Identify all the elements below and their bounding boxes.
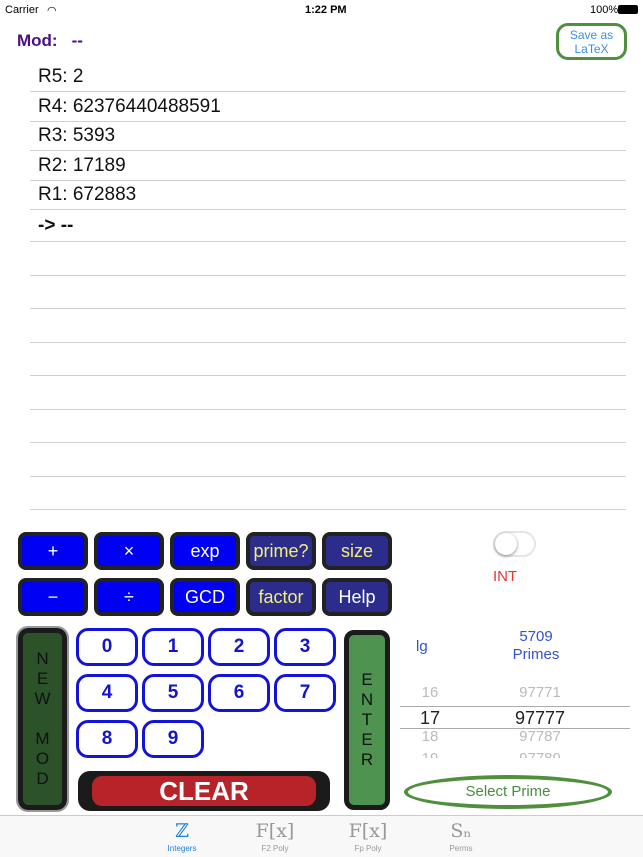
select-prime-button[interactable]: Select Prime — [404, 775, 612, 809]
op-key[interactable]: Help — [322, 578, 392, 616]
tab-bar: ℤ Integers F[x] F2 Poly F[x] Fp Poly Sₙ Perms — [0, 815, 643, 857]
digit-key-8[interactable]: 8 — [76, 720, 138, 758]
save-latex-button[interactable]: Save as LaTeX — [556, 23, 627, 60]
prime-picker[interactable]: 15 97729 16 97771 17 97777 18 97787 19 97789 — [400, 676, 630, 758]
mod-label: Mod: — [17, 31, 58, 50]
picker-prime: 97787 — [519, 728, 561, 745]
toggle-knob — [495, 533, 517, 555]
new-mod-letter: E — [36, 669, 49, 688]
empty-row — [30, 343, 626, 376]
op-key[interactable]: × — [94, 532, 164, 570]
register-row: R5: 2 — [30, 62, 626, 92]
empty-row — [30, 310, 626, 343]
tab-perms[interactable]: Sₙ Perms — [421, 818, 501, 853]
battery-level: 100% — [590, 4, 619, 16]
empty-row — [30, 444, 626, 477]
new-mod-letter: M — [35, 729, 50, 748]
tab-icon: ℤ — [175, 820, 189, 842]
new-mod-button[interactable]: NEW MOD — [16, 626, 69, 812]
digit-key-2[interactable]: 2 — [208, 628, 270, 666]
enter-letter: R — [360, 750, 374, 769]
int-toggle[interactable] — [493, 531, 536, 557]
enter-letter: E — [361, 670, 373, 689]
tab-label: Integers — [167, 844, 197, 853]
tab-icon: F[x] — [348, 820, 388, 842]
tab-label: Fp Poly — [354, 844, 382, 853]
tab-label: Perms — [449, 844, 473, 853]
op-key[interactable]: + — [18, 532, 88, 570]
picker-lg: 17 — [419, 708, 441, 728]
battery-icon — [618, 5, 638, 14]
mod-value: -- — [71, 31, 83, 50]
tab-icon: Sₙ — [450, 820, 472, 842]
new-mod-letter: N — [36, 649, 49, 668]
digit-key-4[interactable]: 4 — [76, 674, 138, 712]
new-mod-letter: D — [36, 769, 49, 788]
int-label: INT — [493, 568, 518, 585]
tab-fp-poly[interactable]: F[x] Fp Poly — [328, 818, 408, 853]
op-key[interactable]: prime? — [246, 532, 316, 570]
tab-integers[interactable]: ℤ Integers — [142, 818, 222, 853]
op-key[interactable]: exp — [170, 532, 240, 570]
op-key[interactable]: ÷ — [94, 578, 164, 616]
picker-lg: 19 — [400, 750, 460, 758]
empty-row — [30, 243, 626, 276]
register-row: R1: 672883 — [30, 180, 626, 210]
tab-f2-poly[interactable]: F[x] F2 Poly — [235, 818, 315, 853]
mod-display: Mod: -- — [17, 31, 83, 51]
digit-key-5[interactable]: 5 — [142, 674, 204, 712]
picker-lg: 16 — [421, 684, 439, 701]
enter-letter: N — [360, 690, 374, 709]
tab-icon: F[x] — [255, 820, 295, 842]
new-mod-letter: O — [35, 749, 50, 768]
primes-label: Primes — [512, 646, 560, 663]
status-bar: Carrier ◠ 1:22 PM 100% — [0, 0, 643, 20]
picker-lg-header: lg — [416, 638, 428, 655]
enter-letter: T — [361, 710, 373, 729]
new-mod-letter: W — [34, 689, 51, 708]
picker-prime: 97729 — [500, 676, 580, 679]
picker-lg: 18 — [421, 728, 439, 745]
digit-key-0[interactable]: 0 — [76, 628, 138, 666]
empty-row — [30, 209, 626, 242]
digit-key-7[interactable]: 7 — [274, 674, 336, 712]
picker-prime: 97777 — [514, 708, 566, 728]
digit-key-6[interactable]: 6 — [208, 674, 270, 712]
op-key[interactable]: size — [322, 532, 392, 570]
picker-lg: 15 — [400, 676, 460, 679]
empty-row — [30, 477, 626, 510]
empty-row — [30, 276, 626, 309]
enter-letter: E — [361, 730, 373, 749]
digit-key-9[interactable]: 9 — [142, 720, 204, 758]
op-key[interactable]: GCD — [170, 578, 240, 616]
picker-prime: 97789 — [500, 750, 580, 758]
enter-button[interactable]: ENTER — [344, 630, 390, 810]
carrier: Carrier — [5, 4, 39, 16]
register-row: R2: 17189 — [30, 151, 626, 181]
empty-row — [30, 410, 626, 443]
digit-key-3[interactable]: 3 — [274, 628, 336, 666]
clock: 1:22 PM — [305, 4, 347, 16]
primes-count: 5709 — [519, 628, 553, 645]
wifi-icon: ◠ — [47, 5, 57, 17]
digit-key-1[interactable]: 1 — [142, 628, 204, 666]
tab-label: F2 Poly — [261, 844, 289, 853]
op-key[interactable]: − — [18, 578, 88, 616]
register-row: R4: 62376440488591 — [30, 92, 626, 122]
register-row: R3: 5393 — [30, 121, 626, 151]
op-key[interactable]: factor — [246, 578, 316, 616]
picker-primes-header: 5709 Primes — [500, 628, 572, 664]
picker-prime: 97771 — [519, 684, 561, 701]
empty-row — [30, 377, 626, 410]
clear-button[interactable]: CLEAR — [78, 771, 330, 811]
clear-label: CLEAR — [92, 776, 316, 806]
